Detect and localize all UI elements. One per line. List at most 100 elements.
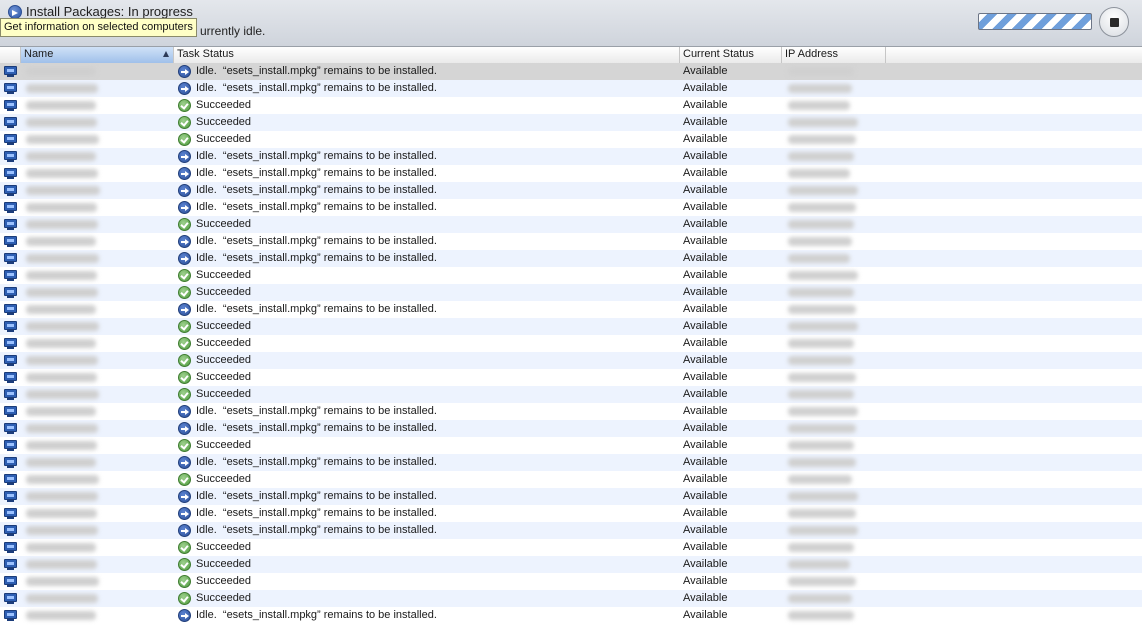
current-status-text: Available xyxy=(683,609,728,621)
computer-icon xyxy=(4,287,17,298)
table-row[interactable]: Succeeded Available xyxy=(0,386,1142,403)
table-row[interactable]: Idle. “esets_install.mpkg” remains to be… xyxy=(0,403,1142,420)
computer-icon xyxy=(4,134,17,145)
checkmark-icon xyxy=(178,337,191,350)
table-row[interactable]: Succeeded Available xyxy=(0,556,1142,573)
table-row[interactable]: Succeeded Available xyxy=(0,131,1142,148)
computer-icon xyxy=(4,440,17,451)
ip-address-redacted xyxy=(788,220,854,229)
table-row[interactable]: Succeeded Available xyxy=(0,114,1142,131)
ip-address-redacted xyxy=(788,118,858,127)
task-status-text: Succeeded xyxy=(196,286,252,298)
table-row[interactable]: Idle. “esets_install.mpkg” remains to be… xyxy=(0,607,1142,624)
table-row[interactable]: Succeeded Available xyxy=(0,335,1142,352)
current-status-text: Available xyxy=(683,252,728,264)
ip-address-redacted xyxy=(788,237,852,246)
computer-icon xyxy=(4,270,17,281)
current-status-text: Available xyxy=(683,82,728,94)
idle-arrow-icon xyxy=(178,201,191,214)
task-status-text: Succeeded xyxy=(196,592,252,604)
current-status-text: Available xyxy=(683,592,728,604)
ip-address-redacted xyxy=(788,509,856,518)
column-header-ip-address-label: IP Address xyxy=(785,48,838,60)
table-row[interactable]: Succeeded Available xyxy=(0,573,1142,590)
table-row[interactable]: Idle. “esets_install.mpkg” remains to be… xyxy=(0,301,1142,318)
table-row[interactable]: Idle. “esets_install.mpkg” remains to be… xyxy=(0,182,1142,199)
table-header: Name Task Status Current Status IP Addre… xyxy=(0,47,1142,64)
computer-name-redacted xyxy=(26,356,98,365)
progress-bar xyxy=(978,13,1092,30)
current-status-text: Available xyxy=(683,473,728,485)
ip-address-redacted xyxy=(788,577,856,586)
computer-icon xyxy=(4,100,17,111)
task-status-text: Idle. “esets_install.mpkg” remains to be… xyxy=(196,422,437,434)
table-row[interactable]: Succeeded Available xyxy=(0,539,1142,556)
computer-list: Idle. “esets_install.mpkg” remains to be… xyxy=(0,63,1142,634)
idle-arrow-icon xyxy=(178,65,191,78)
table-row[interactable]: Idle. “esets_install.mpkg” remains to be… xyxy=(0,148,1142,165)
checkmark-icon xyxy=(178,371,191,384)
table-row[interactable]: Idle. “esets_install.mpkg” remains to be… xyxy=(0,250,1142,267)
checkmark-icon xyxy=(178,439,191,452)
computer-name-redacted xyxy=(26,271,97,280)
table-row[interactable]: Idle. “esets_install.mpkg” remains to be… xyxy=(0,233,1142,250)
table-row[interactable]: Idle. “esets_install.mpkg” remains to be… xyxy=(0,80,1142,97)
idle-arrow-icon xyxy=(178,235,191,248)
table-row[interactable]: Idle. “esets_install.mpkg” remains to be… xyxy=(0,199,1142,216)
task-status-text: Idle. “esets_install.mpkg” remains to be… xyxy=(196,524,437,536)
table-row[interactable]: Succeeded Available xyxy=(0,352,1142,369)
task-status-text: Succeeded xyxy=(196,371,252,383)
table-row[interactable]: Succeeded Available xyxy=(0,284,1142,301)
current-status-text: Available xyxy=(683,337,728,349)
table-row[interactable]: Idle. “esets_install.mpkg” remains to be… xyxy=(0,63,1142,80)
column-header-current-status[interactable]: Current Status xyxy=(680,47,782,63)
computer-name-redacted xyxy=(26,526,98,535)
table-row[interactable]: Idle. “esets_install.mpkg” remains to be… xyxy=(0,522,1142,539)
computer-icon xyxy=(4,304,17,315)
table-row[interactable]: Succeeded Available xyxy=(0,471,1142,488)
ip-address-redacted xyxy=(788,152,854,161)
ip-address-redacted xyxy=(788,305,856,314)
current-status-text: Available xyxy=(683,184,728,196)
checkmark-icon xyxy=(178,541,191,554)
computer-name-redacted xyxy=(26,577,99,586)
ip-address-redacted xyxy=(788,475,852,484)
ip-address-redacted xyxy=(788,407,858,416)
current-status-text: Available xyxy=(683,354,728,366)
column-header-task-status[interactable]: Task Status xyxy=(174,47,680,63)
ip-address-redacted xyxy=(788,390,854,399)
idle-arrow-icon xyxy=(178,150,191,163)
computer-name-redacted xyxy=(26,237,96,246)
computer-name-redacted xyxy=(26,560,97,569)
computer-name-redacted xyxy=(26,475,99,484)
table-row[interactable]: Succeeded Available xyxy=(0,437,1142,454)
computer-name-redacted xyxy=(26,118,97,127)
computer-name-redacted xyxy=(26,84,98,93)
current-status-text: Available xyxy=(683,303,728,315)
table-row[interactable]: Idle. “esets_install.mpkg” remains to be… xyxy=(0,454,1142,471)
table-row[interactable]: Idle. “esets_install.mpkg” remains to be… xyxy=(0,488,1142,505)
table-row[interactable]: Succeeded Available xyxy=(0,216,1142,233)
table-row[interactable]: Succeeded Available xyxy=(0,267,1142,284)
column-header-ip-address[interactable]: IP Address xyxy=(782,47,886,63)
table-row[interactable]: Idle. “esets_install.mpkg” remains to be… xyxy=(0,165,1142,182)
table-row[interactable]: Succeeded Available xyxy=(0,590,1142,607)
task-status-text: Succeeded xyxy=(196,558,252,570)
table-row[interactable]: Idle. “esets_install.mpkg” remains to be… xyxy=(0,505,1142,522)
task-status-text: Succeeded xyxy=(196,575,252,587)
computer-icon xyxy=(4,610,17,621)
arrow-circle-icon xyxy=(8,5,22,19)
task-status-text: Idle. “esets_install.mpkg” remains to be… xyxy=(196,184,437,196)
table-row[interactable]: Idle. “esets_install.mpkg” remains to be… xyxy=(0,420,1142,437)
column-header-name[interactable]: Name xyxy=(20,47,174,63)
computer-icon xyxy=(4,389,17,400)
stop-button[interactable] xyxy=(1099,7,1129,37)
table-row[interactable]: Succeeded Available xyxy=(0,318,1142,335)
ip-address-redacted xyxy=(788,356,854,365)
idle-arrow-icon xyxy=(178,184,191,197)
table-row[interactable]: Succeeded Available xyxy=(0,369,1142,386)
current-status-text: Available xyxy=(683,167,728,179)
task-status-text: Succeeded xyxy=(196,439,252,451)
table-row[interactable]: Succeeded Available xyxy=(0,97,1142,114)
task-status-text: Succeeded xyxy=(196,541,252,553)
